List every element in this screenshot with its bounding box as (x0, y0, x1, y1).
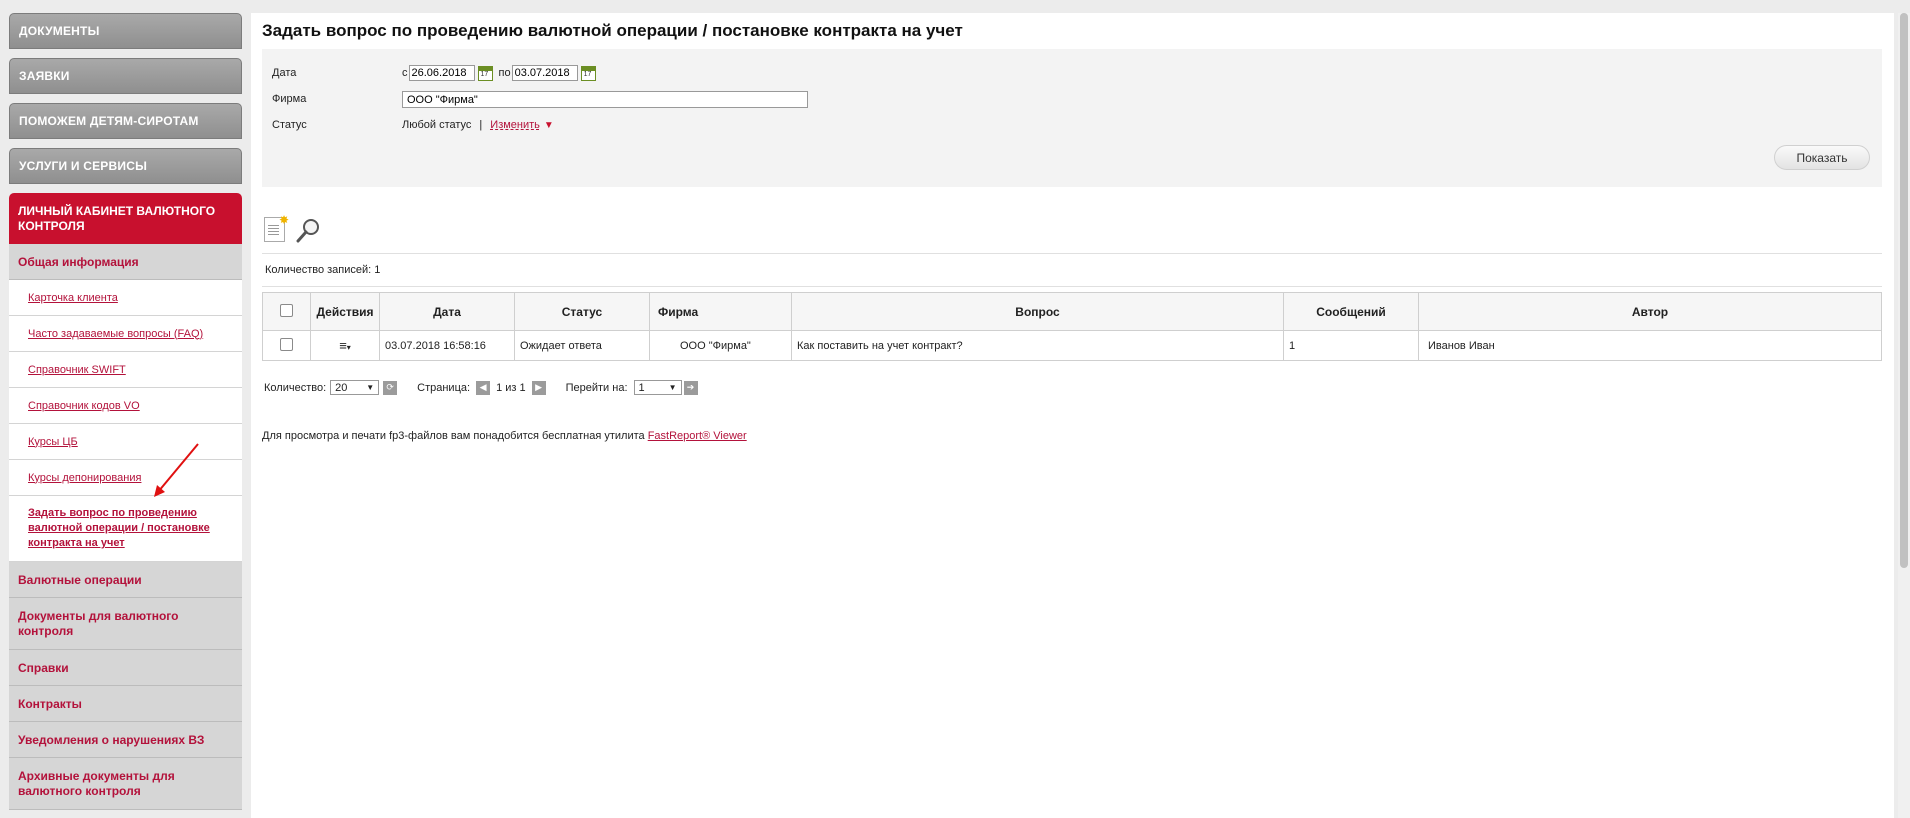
ask-question-link[interactable]: Задать вопрос по проведению валютной опе… (28, 506, 230, 551)
header-actions: Действия (310, 292, 380, 331)
section-contracts[interactable]: Контракты (9, 686, 242, 722)
row-date: 03.07.2018 16:58:16 (379, 330, 515, 361)
main-panel: Задать вопрос по проведению валютной опе… (251, 13, 1894, 818)
faq-link[interactable]: Часто задаваемые вопросы (FAQ) (28, 328, 203, 340)
calendar-icon[interactable] (580, 65, 596, 81)
section-certificates[interactable]: Справки (9, 650, 242, 686)
goto-select[interactable]: 1 ▼ (633, 380, 682, 395)
fastreport-link[interactable]: FastReport® Viewer (648, 430, 747, 442)
footer-note: Для просмотра и печати fp3-файлов вам по… (262, 430, 747, 442)
section-violations[interactable]: Уведомления о нарушениях ВЗ (9, 722, 242, 758)
row-status: Ожидает ответа (514, 330, 650, 361)
questions-table: Действия Дата Статус Фирма Вопрос Сообще… (262, 292, 1882, 361)
header-author[interactable]: Автор (1418, 292, 1882, 331)
goto-label: Перейти на: (565, 381, 628, 394)
count-value: 20 (335, 381, 348, 394)
records-count: Количество записей: 1 (262, 253, 1882, 287)
to-label: по (498, 67, 511, 79)
status-value: Любой статус (402, 119, 472, 131)
sub-item-deposit-rates: Курсы депонирования (9, 460, 242, 496)
from-label: с (402, 67, 408, 79)
scrollbar-thumb[interactable] (1900, 13, 1908, 568)
search-icon[interactable] (295, 217, 321, 243)
sub-item-cb-rates: Курсы ЦБ (9, 424, 242, 460)
row-messages: 1 (1283, 330, 1419, 361)
page-title: Задать вопрос по проведению валютной опе… (262, 21, 963, 40)
cb-rates-link[interactable]: Курсы ЦБ (28, 436, 78, 448)
count-label: Количество: (264, 381, 327, 394)
sub-item-ask-question: Задать вопрос по проведению валютной опе… (9, 496, 242, 562)
vo-codes-link[interactable]: Справочник кодов VO (28, 400, 140, 412)
header-select-all (262, 292, 311, 331)
next-page-icon[interactable]: ▶ (531, 380, 546, 395)
client-card-link[interactable]: Карточка клиента (28, 292, 118, 304)
prev-page-icon[interactable]: ◀ (476, 380, 491, 395)
date-label: Дата (272, 67, 297, 79)
table-row[interactable]: ≡▾ 03.07.2018 16:58:16 Ожидает ответа ОО… (262, 330, 1882, 361)
page-info: 1 из 1 (496, 381, 526, 394)
show-button[interactable]: Показать (1774, 145, 1870, 170)
header-firm[interactable]: Фирма (649, 292, 792, 331)
status-row: Любой статус | Изменить ▼ (402, 119, 554, 131)
new-document-icon[interactable]: ✸ (264, 213, 289, 242)
status-separator: | (479, 119, 483, 131)
menu-requests[interactable]: ЗАЯВКИ (9, 58, 242, 94)
header-question[interactable]: Вопрос (791, 292, 1284, 331)
select-all-checkbox[interactable] (280, 303, 293, 317)
actions-menu-icon[interactable]: ≡▾ (339, 338, 351, 353)
menu-documents[interactable]: ДОКУМЕНТЫ (9, 13, 242, 49)
count-select[interactable]: 20 ▼ (330, 380, 380, 395)
date-range: с по (402, 65, 602, 81)
dropdown-arrow-icon: ▼ (366, 383, 375, 392)
sub-menu-list: Карточка клиента Часто задаваемые вопрос… (9, 280, 242, 562)
sub-item-client-card: Карточка клиента (9, 280, 242, 316)
row-actions-cell: ≡▾ (310, 330, 380, 361)
status-label: Статус (272, 119, 307, 131)
row-select-cell (262, 330, 311, 361)
red-arrow-annotation (154, 443, 199, 497)
vertical-scrollbar[interactable] (1898, 13, 1910, 818)
filter-panel: Дата с по Фирма Статус Любой статус | Из… (262, 49, 1882, 187)
page-label: Страница: (417, 381, 471, 394)
refresh-icon[interactable]: ⟳ (383, 380, 398, 395)
section-currency-operations[interactable]: Валютные операции (9, 562, 242, 598)
menu-currency-control[interactable]: ЛИЧНЫЙ КАБИНЕТ ВАЛЮТНОГО КОНТРОЛЯ (9, 193, 242, 244)
row-checkbox[interactable] (280, 337, 293, 351)
date-from-input[interactable] (408, 65, 475, 81)
deposit-rates-link[interactable]: Курсы депонирования (28, 472, 141, 484)
header-status[interactable]: Статус (514, 292, 650, 331)
toolbar: ✸ (264, 213, 321, 243)
dropdown-arrow-icon: ▼ (668, 383, 677, 392)
sidebar: ДОКУМЕНТЫ ЗАЯВКИ ПОМОЖЕМ ДЕТЯМ-СИРОТАМ У… (9, 13, 242, 810)
header-date[interactable]: Дата (379, 292, 515, 331)
sub-item-faq: Часто задаваемые вопросы (FAQ) (9, 316, 242, 352)
date-to-input[interactable] (511, 65, 578, 81)
swift-link[interactable]: Справочник SWIFT (28, 364, 126, 376)
firm-row (402, 91, 808, 108)
row-question[interactable]: Как поставить на учет контракт? (791, 330, 1284, 361)
triangle-down-icon[interactable]: ▼ (544, 120, 554, 131)
go-arrow-icon[interactable]: ➔ (683, 380, 698, 395)
menu-services[interactable]: УСЛУГИ И СЕРВИСЫ (9, 148, 242, 184)
pager: Количество: 20 ▼ ⟳ Страница: ◀ 1 из 1 ▶ … (264, 380, 698, 395)
section-archive[interactable]: Архивные документы для валютного контрол… (9, 758, 242, 810)
table-header-row: Действия Дата Статус Фирма Вопрос Сообще… (262, 292, 1882, 331)
firm-label: Фирма (272, 93, 307, 105)
change-status-link[interactable]: Изменить (490, 119, 540, 131)
row-author: Иванов Иван (1418, 330, 1882, 361)
section-general-info[interactable]: Общая информация (9, 244, 242, 280)
goto-value: 1 (638, 381, 645, 394)
footer-text: Для просмотра и печати fp3-файлов вам по… (262, 430, 645, 442)
sub-item-swift: Справочник SWIFT (9, 352, 242, 388)
sub-item-vo-codes: Справочник кодов VO (9, 388, 242, 424)
header-messages[interactable]: Сообщений (1283, 292, 1419, 331)
calendar-icon[interactable] (477, 65, 493, 81)
section-currency-docs[interactable]: Документы для валютного контроля (9, 598, 242, 650)
firm-input[interactable] (402, 91, 808, 108)
row-firm: ООО "Фирма" (649, 330, 792, 361)
menu-orphans[interactable]: ПОМОЖЕМ ДЕТЯМ-СИРОТАМ (9, 103, 242, 139)
